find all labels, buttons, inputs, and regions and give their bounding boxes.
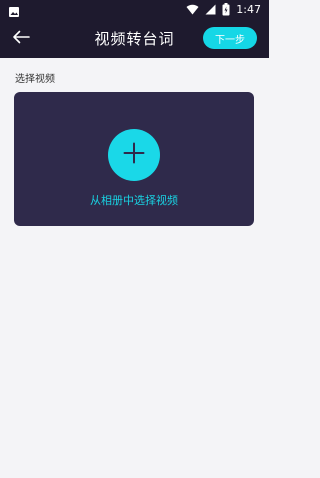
section-label: 选择视频	[15, 74, 55, 85]
plus-icon	[123, 142, 145, 168]
select-video-from-album-card[interactable]: 从相册中选择视频	[14, 92, 254, 226]
signal-icon	[205, 4, 216, 15]
image-icon	[8, 3, 20, 17]
next-step-button[interactable]: 下一步	[203, 27, 257, 49]
battery-icon	[222, 2, 230, 16]
status-bar: 1:47	[0, 0, 269, 18]
picker-label: 从相册中选择视频	[90, 194, 178, 207]
status-time: 1:47	[236, 2, 261, 16]
add-video-button[interactable]	[108, 129, 160, 181]
wifi-icon	[186, 4, 199, 15]
top-nav-bar: 视频转台词 下一步	[0, 18, 269, 58]
